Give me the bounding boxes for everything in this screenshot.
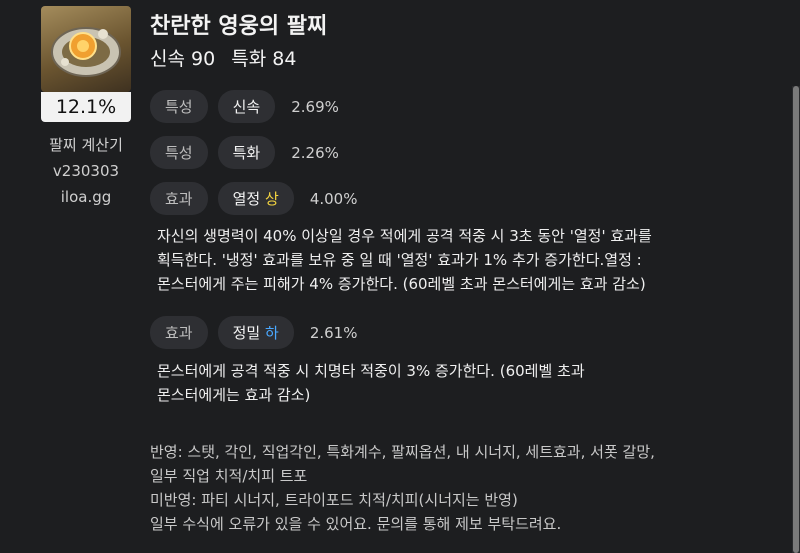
footer-notes: 반영: 스탯, 각인, 직업각인, 특화계수, 팔찌옵션, 내 시너지, 세트효… (150, 440, 760, 536)
effect-value: 2.61% (309, 323, 358, 342)
site-link[interactable]: iloa.gg (38, 184, 134, 210)
footer-line: 미반영: 파티 시너지, 트라이포드 치적/치피(시너지는 반영) (150, 491, 518, 509)
damage-percent: 12.1% (41, 92, 131, 122)
item-title: 찬란한 영웅의 팔찌 (150, 14, 328, 39)
footer-line: 반영: 스탯, 각인, 직업각인, 특화계수, 팔찌옵션, 내 시너지, 세트효… (150, 443, 655, 461)
effect-name-chip: 특화 (217, 136, 276, 169)
calculator-name: 팔찌 계산기 (49, 136, 123, 154)
effect-value: 2.69% (291, 97, 339, 116)
effect-row: 특성 특화 2.26% (150, 136, 339, 169)
effect-type-chip: 특성 (150, 136, 208, 169)
bracelet-icon (41, 6, 131, 92)
effect-type-chip: 특성 (150, 90, 208, 123)
footer-line: 일부 수식에 오류가 있을 수 있어요. 문의를 통해 제보 부탁드려요. (150, 515, 562, 533)
stat-swiftness: 신속 90 (150, 48, 216, 70)
effect-value: 2.26% (291, 143, 339, 162)
description-line: 획득한다. '냉정' 효과를 보유 중 일 때 '열정' 효과가 1% 추가 증… (157, 251, 642, 269)
effect-name-chip: 신속 (217, 90, 276, 123)
description-line: 자신의 생명력이 40% 이상일 경우 적에게 공격 적중 시 3초 동안 '열… (157, 227, 652, 245)
effect-grade: 하 (265, 324, 279, 342)
effect-grade: 상 (265, 190, 279, 208)
effect-name-chip: 열정 상 (217, 182, 294, 215)
effect-name: 열정 (232, 190, 261, 208)
description-line: 몬스터에게 공격 적중 시 치명타 적중이 3% 증가한다. (60레벨 초과 (157, 362, 585, 380)
item-stats: 신속 90 특화 84 (150, 44, 306, 71)
calculator-version: v230303 (52, 162, 120, 180)
scroll-thumb[interactable] (793, 86, 799, 553)
description-line: 몬스터에게는 효과 감소) (157, 386, 311, 404)
scrollbar[interactable] (792, 86, 800, 553)
footer-line: 일부 직업 치적/치피 트포 (150, 467, 308, 485)
effect-name-chip: 정밀 하 (217, 316, 294, 349)
effect-name: 정밀 (232, 324, 261, 342)
effect-row: 효과 정밀 하 2.61% (150, 316, 357, 349)
effect-value: 4.00% (309, 189, 358, 208)
effect-description: 몬스터에게 공격 적중 시 치명타 적중이 3% 증가한다. (60레벨 초과 … (157, 359, 757, 407)
effect-row: 특성 신속 2.69% (150, 90, 339, 123)
item-summary: 12.1% 팔찌 계산기 v230303 iloa.gg (38, 6, 134, 210)
effect-type-chip: 효과 (150, 316, 208, 349)
effect-type-chip: 효과 (150, 182, 208, 215)
effect-row: 효과 열정 상 4.00% (150, 182, 357, 215)
effect-description: 자신의 생명력이 40% 이상일 경우 적에게 공격 적중 시 3초 동안 '열… (157, 224, 757, 296)
description-line: 몬스터에게 주는 피해가 4% 증가한다. (60레벨 초과 몬스터에게는 효과… (157, 275, 646, 293)
stat-specialization: 특화 84 (231, 48, 297, 70)
